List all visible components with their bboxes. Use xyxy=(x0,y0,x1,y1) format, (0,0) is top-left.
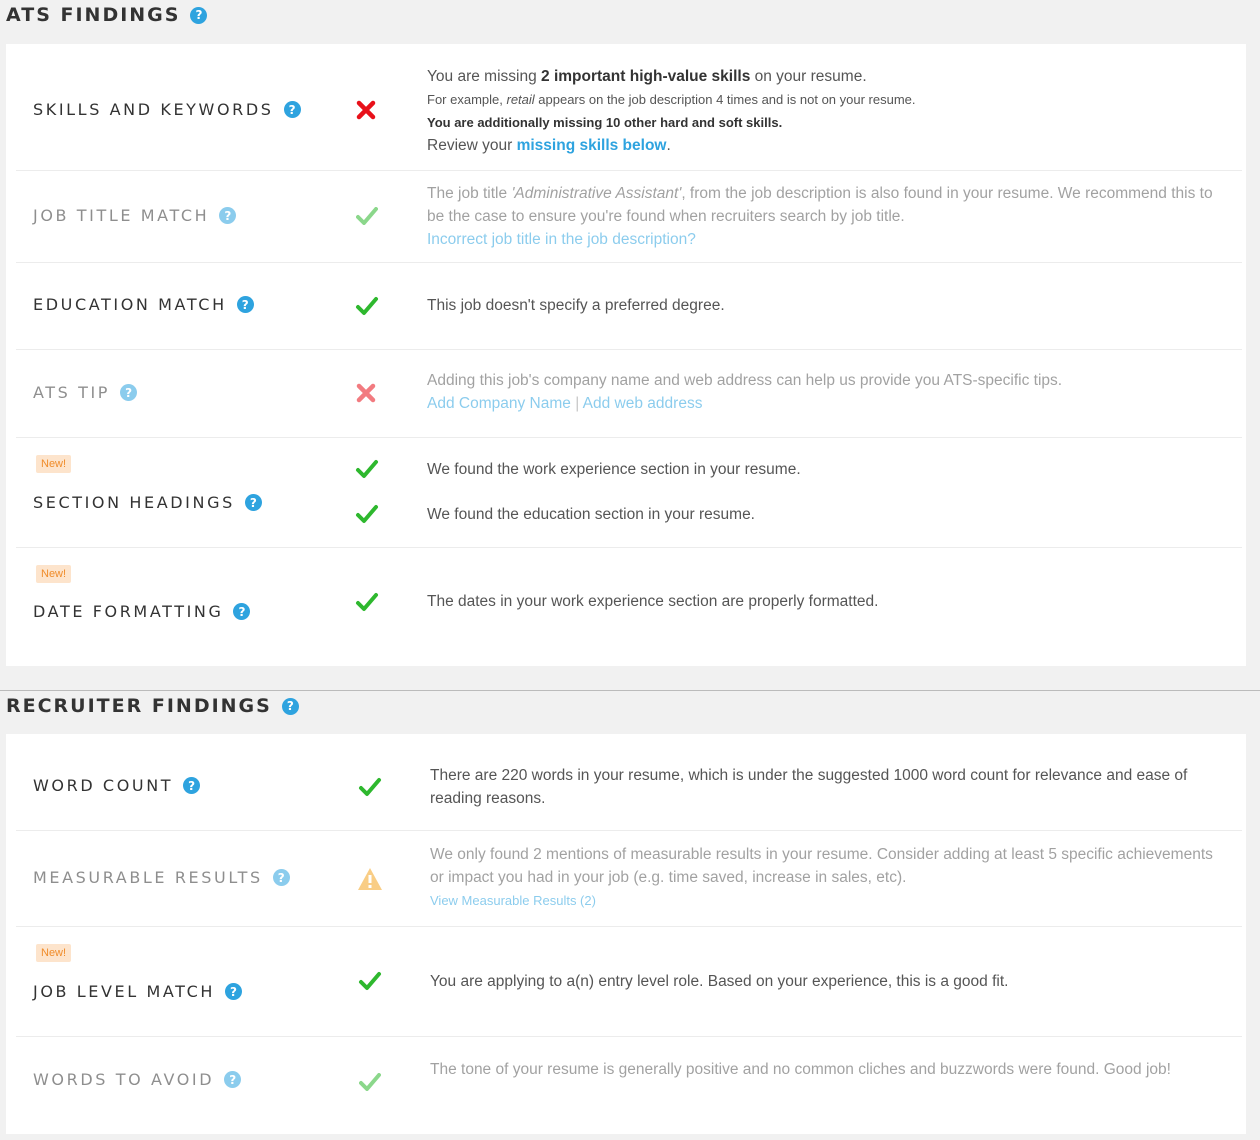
recruiter-findings-title: RECRUITER FINDINGS xyxy=(6,695,272,717)
finding-row-skills-keywords: SKILLS AND KEYWORDS ? You are missing 2 … xyxy=(16,44,1242,171)
text-segment: appears on the job description 4 times a… xyxy=(534,92,916,107)
finding-label: DATE FORMATTING ? xyxy=(33,602,251,621)
check-icon xyxy=(356,505,378,523)
finding-description: The dates in your work experience sectio… xyxy=(427,593,879,610)
ats-findings-title: ATS FINDINGS xyxy=(6,4,181,26)
finding-row-ats-tip: ATS TIP ? Adding this job's company name… xyxy=(16,349,1242,438)
help-icon[interactable]: ? xyxy=(281,697,299,715)
finding-label-text: JOB LEVEL MATCH xyxy=(33,982,215,1001)
check-icon xyxy=(356,593,378,611)
section-divider xyxy=(0,690,1260,691)
finding-label: WORDS TO AVOID ? xyxy=(33,1070,242,1089)
ats-tip-text: Adding this job's company name and web a… xyxy=(427,372,1063,389)
finding-label: SKILLS AND KEYWORDS ? xyxy=(33,100,301,119)
finding-label-text: WORDS TO AVOID xyxy=(33,1070,215,1089)
help-icon[interactable]: ? xyxy=(224,1071,242,1088)
cross-icon xyxy=(356,383,376,403)
measurable-results-text: We only found 2 mentions of measurable r… xyxy=(430,846,1213,886)
finding-row-education-match: EDUCATION MATCH ? This job doesn't speci… xyxy=(16,262,1242,350)
help-icon[interactable]: ? xyxy=(183,777,201,794)
finding-label-text: DATE FORMATTING xyxy=(33,602,224,621)
finding-description: The job title 'Administrative Assistant'… xyxy=(427,182,1217,251)
finding-row-measurable-results: MEASURABLE RESULTS ? We only found 2 men… xyxy=(16,830,1242,927)
finding-description: We found the education section in your r… xyxy=(427,506,755,523)
finding-row-job-title-match: JOB TITLE MATCH ? The job title 'Adminis… xyxy=(16,170,1242,263)
text-segment: You are missing xyxy=(427,68,542,85)
new-badge: New! xyxy=(36,455,72,473)
warning-icon xyxy=(358,868,382,890)
job-title-value: 'Administrative Assistant' xyxy=(511,185,682,202)
add-company-name-link[interactable]: Add Company Name xyxy=(427,395,571,412)
add-web-address-link[interactable]: Add web address xyxy=(583,395,703,412)
finding-label: WORD COUNT ? xyxy=(33,776,201,795)
finding-row-job-level-match: New! JOB LEVEL MATCH ? You are applying … xyxy=(16,926,1242,1037)
missing-skills-count: 2 important high-value skills xyxy=(541,68,751,85)
finding-label-text: EDUCATION MATCH xyxy=(33,295,227,314)
finding-row-date-formatting: New! DATE FORMATTING ? The dates in your… xyxy=(16,547,1242,666)
help-icon[interactable]: ? xyxy=(272,869,290,886)
finding-label-text: SKILLS AND KEYWORDS xyxy=(33,100,274,119)
check-icon xyxy=(356,207,378,225)
check-icon xyxy=(356,460,378,478)
finding-label: SECTION HEADINGS ? xyxy=(33,493,262,512)
recruiter-findings-header: RECRUITER FINDINGS ? xyxy=(6,695,299,717)
finding-description: You are missing 2 important high-value s… xyxy=(427,65,1227,157)
finding-description: Adding this job's company name and web a… xyxy=(427,369,1217,415)
missing-skills-link[interactable]: missing skills below xyxy=(517,137,667,154)
incorrect-job-title-link[interactable]: Incorrect job title in the job descripti… xyxy=(427,228,1217,251)
help-icon[interactable]: ? xyxy=(283,101,301,118)
finding-label-text: WORD COUNT xyxy=(33,776,174,795)
help-icon[interactable]: ? xyxy=(233,603,251,620)
text-segment: Review your xyxy=(427,137,517,154)
finding-label-text: SECTION HEADINGS xyxy=(33,493,235,512)
finding-label: MEASURABLE RESULTS ? xyxy=(33,868,290,887)
new-badge: New! xyxy=(36,565,72,583)
finding-row-word-count: WORD COUNT ? There are 220 words in your… xyxy=(16,734,1242,831)
finding-label-text: JOB TITLE MATCH xyxy=(33,206,210,225)
finding-label-text: ATS TIP xyxy=(33,383,111,402)
help-icon[interactable]: ? xyxy=(236,296,254,313)
cross-icon xyxy=(356,100,376,120)
help-icon[interactable]: ? xyxy=(190,6,208,24)
finding-description: There are 220 words in your resume, whic… xyxy=(430,767,1188,807)
help-icon[interactable]: ? xyxy=(244,494,262,511)
finding-description: The tone of your resume is generally pos… xyxy=(430,1061,1171,1078)
check-icon xyxy=(359,972,381,990)
finding-label: ATS TIP ? xyxy=(33,383,138,402)
link-separator: | xyxy=(575,395,580,412)
check-icon xyxy=(359,778,381,796)
finding-description: This job doesn't specify a preferred deg… xyxy=(427,297,725,314)
help-icon[interactable]: ? xyxy=(219,207,237,224)
text-segment: . xyxy=(666,137,671,154)
check-icon xyxy=(356,297,378,315)
finding-row-section-headings: New! SECTION HEADINGS ? We found the wor… xyxy=(16,437,1242,548)
finding-row-words-to-avoid: WORDS TO AVOID ? The tone of your resume… xyxy=(16,1036,1242,1134)
text-segment: The job title xyxy=(427,185,512,202)
finding-description: You are applying to a(n) entry level rol… xyxy=(430,973,1009,990)
text-segment: For example, xyxy=(427,92,507,107)
finding-label: JOB TITLE MATCH ? xyxy=(33,206,237,225)
finding-label-text: MEASURABLE RESULTS xyxy=(33,868,263,887)
recruiter-findings-card: WORD COUNT ? There are 220 words in your… xyxy=(6,734,1246,1134)
help-icon[interactable]: ? xyxy=(225,983,242,1000)
help-icon[interactable]: ? xyxy=(120,384,138,401)
new-badge: New! xyxy=(36,944,72,962)
view-measurable-results-link[interactable]: View Measurable Results (2) xyxy=(430,889,1225,912)
finding-description: We only found 2 mentions of measurable r… xyxy=(430,843,1225,912)
ats-findings-header: ATS FINDINGS ? xyxy=(6,4,208,26)
text-segment: on your resume. xyxy=(750,68,867,85)
check-icon xyxy=(359,1073,381,1091)
additional-missing-text: You are additionally missing 10 other ha… xyxy=(427,115,783,130)
ats-findings-card: SKILLS AND KEYWORDS ? You are missing 2 … xyxy=(6,44,1246,666)
finding-label: EDUCATION MATCH ? xyxy=(33,295,254,314)
finding-label: JOB LEVEL MATCH ? xyxy=(33,982,242,1001)
finding-description: We found the work experience section in … xyxy=(427,461,801,478)
example-skill: retail xyxy=(506,92,535,107)
